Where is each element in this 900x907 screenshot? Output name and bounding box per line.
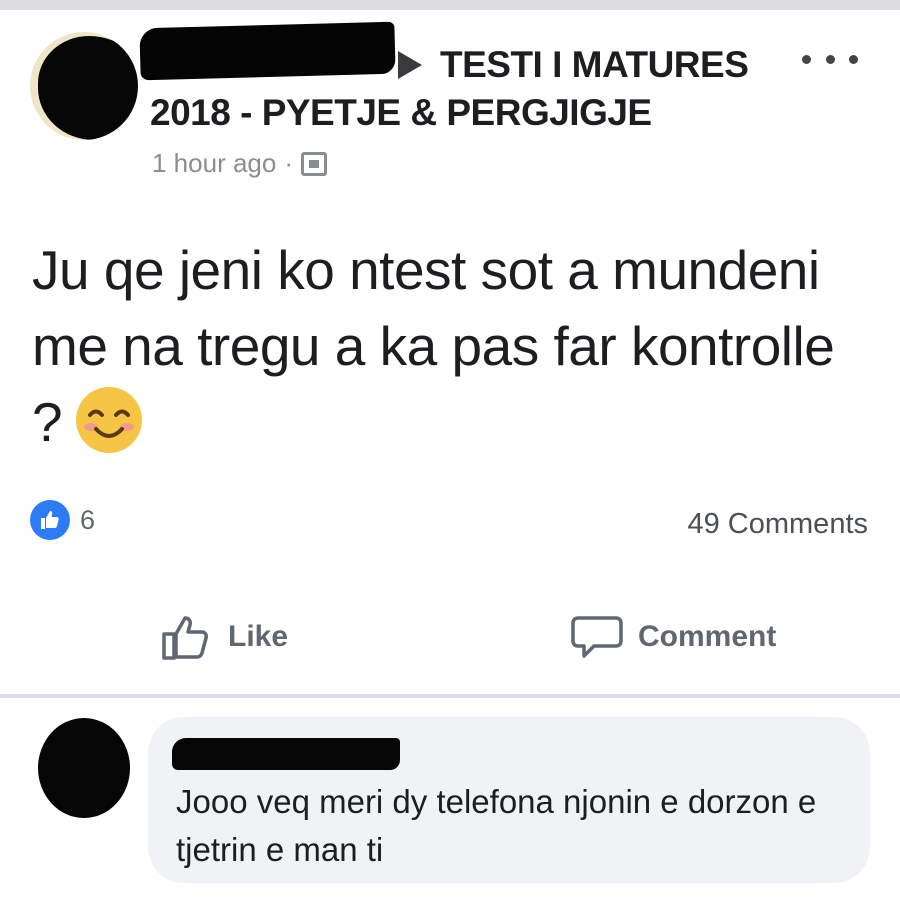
dot-icon [802,54,811,64]
reaction-count: 6 [80,504,96,535]
dot-icon [849,54,858,64]
speech-bubble-icon [571,616,623,658]
commenter-name-redaction [172,738,400,770]
reactions-summary[interactable]: 6 [30,500,95,540]
smiling-face-icon [76,387,143,453]
more-options-button[interactable] [802,46,858,72]
arrow-right-icon [398,51,422,79]
like-reaction-icon [30,500,70,540]
top-strip [0,0,900,10]
post-timestamp[interactable]: 1 hour ago [152,148,276,179]
like-button[interactable]: Like [160,612,288,662]
like-label: Like [228,620,289,653]
section-divider [0,694,900,698]
group-name-text[interactable]: TESTI I MATURES [440,44,749,85]
post-meta: 1 hour ago · [152,148,327,179]
comments-count-link[interactable]: 49 Comments [687,508,868,541]
post-body: Ju qe jeni ko ntest sot a mundeni me na … [32,239,835,453]
comment-label: Comment [638,620,777,653]
comment-text: Jooo veq meri dy telefona njonin e dorzo… [176,783,817,868]
meta-separator: · [284,148,293,178]
avatar-redaction [38,36,138,140]
group-privacy-icon[interactable] [301,151,327,176]
comment-button[interactable]: Comment [570,612,776,662]
post-text: Ju qe jeni ko ntest sot a mundeni me na … [32,232,872,460]
commenter-avatar[interactable] [38,718,130,818]
dot-icon [825,54,835,64]
group-name-line1[interactable]: TESTI I MATURES [398,44,749,86]
thumbs-up-icon [162,616,208,660]
poster-name-redaction [139,21,396,81]
group-name-line2[interactable]: 2018 - PYETJE & PERGJIGJE [150,92,652,134]
poster-avatar[interactable] [30,32,138,140]
